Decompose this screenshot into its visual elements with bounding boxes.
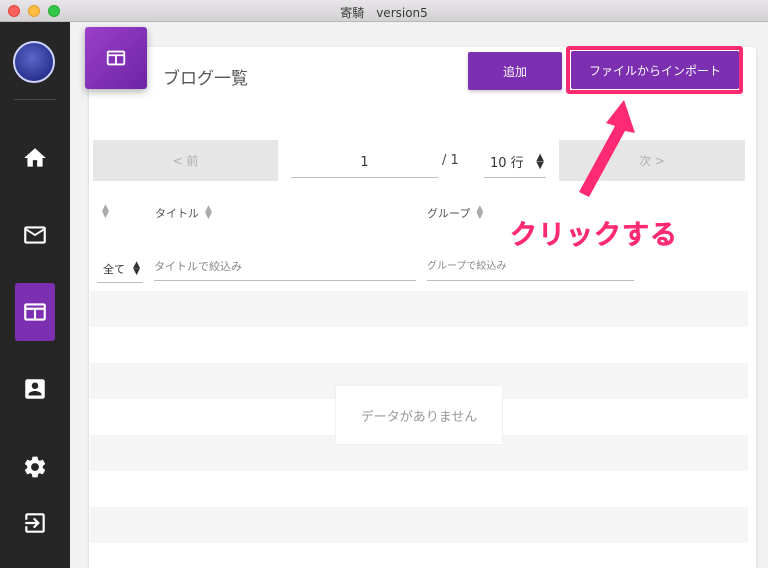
sidebar	[0, 22, 70, 568]
sort-icon: ▲ ▼	[476, 204, 484, 221]
annotation-highlight-box	[566, 46, 743, 94]
window-titlebar: 寄騎 version5	[0, 0, 768, 22]
blog-list-icon	[24, 303, 46, 321]
previous-page-button[interactable]: < 前	[93, 140, 278, 181]
sidebar-item-contact[interactable]	[15, 360, 55, 418]
column-header-title-label: タイトル	[155, 207, 199, 220]
sidebar-item-home[interactable]	[15, 129, 55, 187]
sidebar-item-blog[interactable]	[15, 283, 55, 341]
contact-card-icon	[25, 379, 45, 399]
app-logo	[13, 41, 55, 83]
sort-icon: ▲ ▼	[205, 204, 212, 221]
group-filter-input[interactable]	[427, 253, 634, 281]
column-header-group[interactable]: グループ ▲ ▼	[427, 205, 483, 221]
rows-per-page-value: 10 行	[490, 156, 524, 171]
sidebar-item-mail[interactable]	[15, 206, 55, 264]
column-header-group-label: グループ	[427, 207, 471, 220]
sidebar-divider	[14, 99, 56, 100]
annotation-arrow	[579, 100, 635, 197]
add-button[interactable]: 追加	[468, 52, 562, 90]
table-row	[90, 327, 748, 363]
table-row	[90, 471, 748, 507]
gear-icon	[24, 456, 46, 478]
filter-all-select[interactable]: 全て ▲ ▼	[97, 253, 143, 283]
annotation-click-text: クリックする	[510, 220, 678, 252]
sidebar-item-settings[interactable]	[15, 438, 55, 496]
blog-list-icon	[106, 50, 126, 66]
page-total: / 1	[442, 153, 459, 168]
mail-icon	[24, 226, 46, 244]
select-arrows-icon: ▲ ▼	[536, 152, 544, 171]
rows-per-page-select[interactable]: 10 行 ▲ ▼	[484, 148, 546, 178]
page-title: ブログ一覧	[163, 69, 248, 89]
window-title: 寄騎 version5	[340, 6, 428, 20]
page-number-input[interactable]	[291, 148, 438, 178]
filter-all-value: 全て	[103, 263, 125, 276]
logout-icon	[25, 513, 45, 533]
column-header-title[interactable]: タイトル ▲ ▼	[155, 205, 212, 221]
empty-table-message: データがありません	[336, 386, 502, 444]
title-filter-input[interactable]	[154, 253, 416, 281]
sidebar-item-logout[interactable]	[15, 494, 55, 552]
table-row	[90, 507, 748, 543]
sort-all-icon[interactable]: ▲ ▼	[102, 204, 109, 220]
select-arrows-icon: ▲ ▼	[133, 260, 140, 277]
table-row	[90, 291, 748, 327]
home-icon	[24, 148, 46, 167]
page-header-badge	[85, 27, 147, 89]
